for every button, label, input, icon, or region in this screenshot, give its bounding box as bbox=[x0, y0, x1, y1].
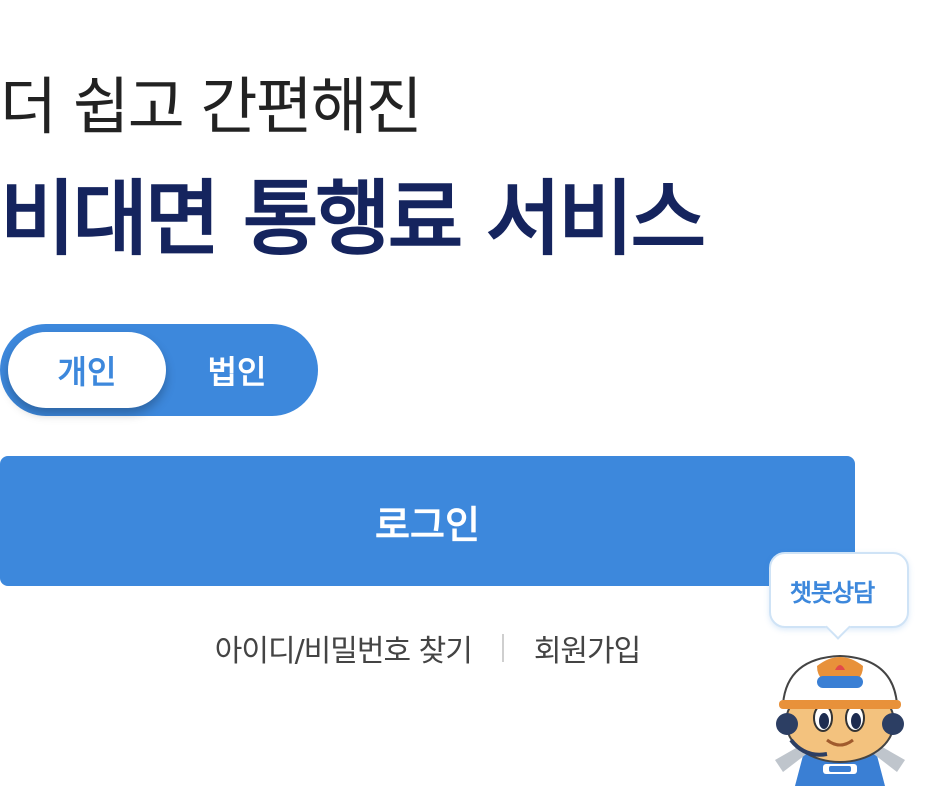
login-button[interactable]: 로그인 bbox=[0, 456, 855, 586]
account-links: 아이디/비밀번호 찾기 회원가입 bbox=[0, 620, 855, 676]
toggle-option-corporate[interactable]: 법인 bbox=[158, 332, 316, 408]
toggle-option-individual[interactable]: 개인 bbox=[8, 332, 166, 408]
login-page: 더 쉽고 간편해진 비대면 통행료 서비스 개인 법인 로그인 아이디/비밀번호… bbox=[0, 0, 934, 786]
chatbot-label: 챗봇상담 bbox=[789, 578, 875, 607]
member-type-toggle[interactable]: 개인 법인 bbox=[0, 324, 318, 416]
link-divider bbox=[501, 634, 504, 662]
hero-subtitle: 더 쉽고 간편해진 bbox=[0, 70, 423, 143]
hero-title: 비대면 통행료 서비스 bbox=[0, 172, 706, 267]
chatbot-button[interactable]: 챗봇상담 bbox=[765, 552, 915, 786]
find-id-password-link[interactable]: 아이디/비밀번호 찾기 bbox=[215, 626, 473, 670]
signup-link[interactable]: 회원가입 bbox=[534, 626, 641, 670]
chatbot-mascot-icon bbox=[775, 654, 905, 786]
